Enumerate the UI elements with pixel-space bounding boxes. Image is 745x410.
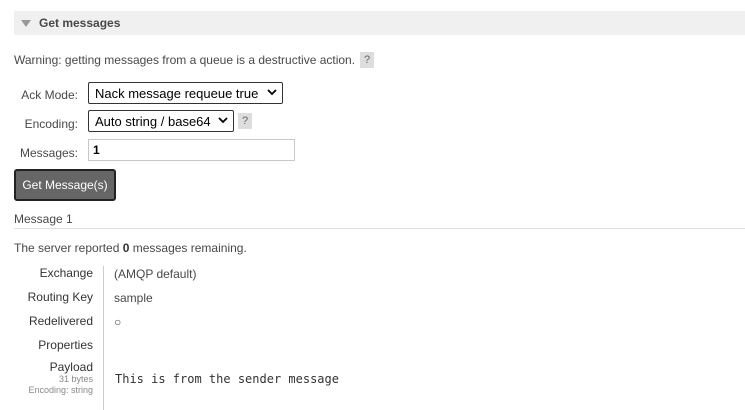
- ack-mode-select[interactable]: Nack message requeue true: [88, 82, 283, 104]
- properties-label: Properties: [38, 338, 93, 352]
- remaining-prefix: The server reported: [14, 241, 123, 255]
- messages-label: Messages:: [19, 146, 78, 160]
- payload-size: 31 bytes: [58, 374, 93, 384]
- remaining-count-text: The server reported 0 messages remaining…: [14, 241, 247, 255]
- chevron-down-icon: [267, 89, 277, 96]
- destructive-warning: Warning: getting messages from a queue i…: [14, 52, 375, 68]
- encoding-help-icon[interactable]: ?: [238, 113, 252, 129]
- get-messages-panel: Get messages Warning: getting messages f…: [0, 0, 745, 410]
- message-divider: [14, 228, 745, 229]
- exchange-value: (AMQP default): [114, 267, 197, 281]
- collapse-triangle-icon: [21, 19, 31, 27]
- routing-key-label: Routing Key: [27, 290, 93, 304]
- redelivered-label: Redelivered: [28, 314, 93, 328]
- encoding-value: Auto string / base64: [95, 113, 211, 129]
- ack-mode-label: Ack Mode:: [21, 88, 78, 102]
- redelivered-value: ○: [114, 315, 122, 329]
- chevron-down-icon: [218, 117, 228, 124]
- encoding-select[interactable]: Auto string / base64: [88, 110, 234, 132]
- exchange-label: Exchange: [39, 266, 93, 280]
- warning-text: Warning: getting messages from a queue i…: [14, 53, 356, 67]
- payload-value: This is from the sender message: [115, 372, 339, 386]
- remaining-suffix: messages remaining.: [129, 241, 247, 255]
- message-title: Message 1: [14, 212, 73, 226]
- messages-count-value: 1: [93, 143, 100, 157]
- properties-divider: [103, 266, 104, 410]
- payload-encoding: Encoding: string: [28, 385, 93, 395]
- get-messages-button[interactable]: Get Message(s): [14, 169, 116, 201]
- ack-mode-value: Nack message requeue true: [95, 85, 259, 101]
- section-title: Get messages: [39, 16, 121, 30]
- payload-label: Payload: [49, 360, 93, 374]
- messages-count-input[interactable]: 1: [88, 139, 295, 161]
- warning-help-icon[interactable]: ?: [360, 52, 375, 68]
- get-messages-section-header[interactable]: Get messages: [14, 11, 745, 35]
- encoding-label: Encoding:: [24, 117, 78, 131]
- routing-key-value: sample: [114, 291, 153, 305]
